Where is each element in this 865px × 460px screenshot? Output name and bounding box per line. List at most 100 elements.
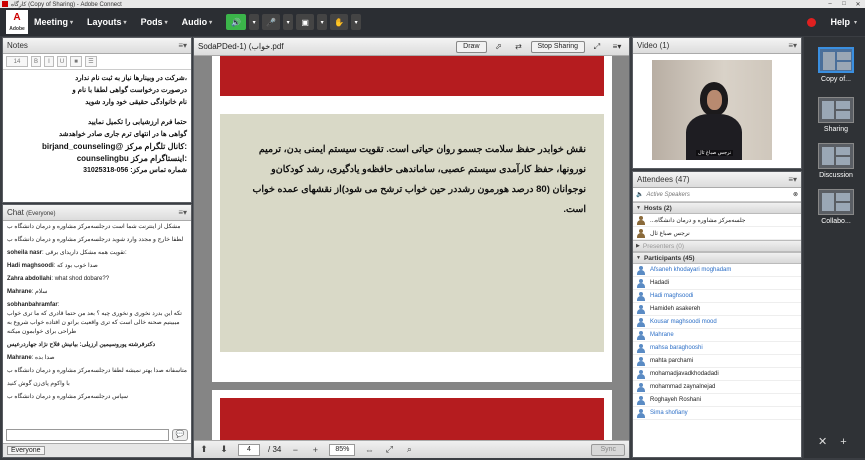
webcam-icon[interactable]: ▣ — [296, 14, 315, 30]
notes-header: Notes ≡▾ — [3, 38, 191, 54]
title-bar: کارگاه (Copy of Sharing) - Adobe Connect… — [0, 0, 865, 8]
pod-menu-icon[interactable]: ≡▾ — [609, 41, 625, 53]
notes-line: حتما فرم ارزشیابی را تکمیل نمایید — [88, 119, 187, 126]
attendee-row[interactable]: Hamideh asakereh — [633, 303, 801, 316]
participant-icon — [637, 395, 645, 405]
color-icon[interactable]: ■ — [70, 56, 82, 67]
participants-section[interactable]: ▼ Participants (45) — [633, 252, 801, 264]
attendee-row[interactable]: نرجس صباغ ثال — [633, 227, 801, 240]
participant-icon — [637, 382, 645, 392]
record-icon[interactable] — [807, 17, 817, 27]
participant-icon — [637, 304, 645, 314]
participant-icon — [637, 343, 645, 353]
pod-menu-icon[interactable]: ≡▾ — [178, 208, 187, 217]
pointer-icon[interactable]: ⬀ — [491, 41, 507, 53]
prev-page-icon[interactable]: ⬆ — [198, 444, 210, 455]
zoom-in-icon[interactable]: + — [309, 445, 321, 455]
layout-discussion[interactable]: Discussion — [808, 143, 864, 179]
chat-input[interactable] — [6, 429, 169, 441]
document-viewer[interactable]: نقش خوابدر حفظ سلامت جسمو روان حیاتی است… — [194, 56, 629, 440]
page-total: / 34 — [268, 445, 282, 454]
layout-collaboration[interactable]: Collabo... — [808, 189, 864, 225]
menu-meeting[interactable]: Meeting ▾ — [34, 17, 73, 27]
attendee-row[interactable]: mahta parchami — [633, 355, 801, 368]
attendee-row[interactable]: mohamadjavadkhodadadi — [633, 368, 801, 381]
microphone-dropdown[interactable]: ▾ — [283, 14, 294, 30]
notes-toolbar: 14 B I U ■ ☰ — [3, 54, 191, 70]
fit-page-icon[interactable]: ⤢ — [383, 444, 395, 455]
search-icon[interactable]: ⌕ — [403, 444, 415, 455]
raise-hand-icon[interactable]: ✋ — [330, 14, 349, 30]
list-icon[interactable]: ☰ — [85, 56, 97, 67]
status-dropdown[interactable]: ▾ — [351, 14, 362, 30]
attendee-row[interactable]: Kousar maghsoodi mood — [633, 316, 801, 329]
layout-rail: Copy of... Sharing Discussion Collabo...… — [804, 37, 865, 458]
draw-button[interactable]: Draw — [456, 40, 487, 53]
menu-layouts[interactable]: Layouts ▾ — [87, 17, 127, 27]
attendee-row[interactable]: Roghayeh Roshani — [633, 394, 801, 407]
attendee-name: mohammad zaynalnejad — [650, 384, 716, 390]
font-size-select[interactable]: 14 — [6, 56, 28, 67]
attendee-row[interactable]: Afsaneh khodayari moghadam — [633, 264, 801, 277]
fit-width-icon[interactable]: ⇔ — [363, 445, 375, 455]
sync-button[interactable]: Sync — [591, 443, 625, 456]
menu-pods[interactable]: Pods ▾ — [141, 17, 168, 27]
microphone-icon[interactable]: 🎤 — [262, 14, 281, 30]
attendee-name: Hadi maghsoodi — [650, 293, 694, 299]
maximize-button[interactable]: □ — [837, 1, 851, 7]
webcam-dropdown[interactable]: ▾ — [317, 14, 328, 30]
layout-copy-of-sharing[interactable]: Copy of... — [808, 47, 864, 83]
next-page-icon[interactable]: ⬇ — [218, 444, 230, 455]
help-menu[interactable]: Help — [830, 17, 850, 27]
add-layout-icon[interactable]: + — [840, 436, 846, 448]
participant-list[interactable]: Afsaneh khodayari moghadam Hadadi Hadi mag… — [633, 264, 801, 420]
chat-message-list[interactable]: مشکل از اینترنت شما است در‌جلسه‌مرکز مشا… — [3, 221, 191, 439]
minimize-button[interactable]: – — [823, 1, 837, 7]
attendee-row[interactable]: Sima shofiany — [633, 407, 801, 420]
presenters-section[interactable]: ▶ Presenters (0) — [633, 240, 801, 252]
chat-title: Chat (Everyone) — [7, 208, 56, 217]
video-pod: Video (1) ≡▾ نرجس صباغ ثال — [632, 37, 802, 169]
pod-menu-icon[interactable]: ≡▾ — [788, 175, 797, 184]
bold-icon[interactable]: B — [31, 56, 41, 67]
chat-message: Hadi maghsoodi: صدا خوب بود که — [7, 263, 98, 269]
layout-thumbnail — [818, 143, 854, 169]
layout-sharing[interactable]: Sharing — [808, 97, 864, 133]
chat-recipient-tab[interactable]: Everyone — [7, 446, 45, 455]
stop-sharing-button[interactable]: Stop Sharing — [530, 40, 585, 53]
chat-message: دکترفرشته‌ پورو‌سیمین ارزیلی: بیانیش فلا… — [7, 342, 156, 348]
participant-icon — [637, 265, 645, 275]
notes-line: شماره تماس مرکز: 056-31025318 — [83, 167, 187, 174]
page-number-input[interactable]: 4 — [238, 443, 260, 456]
zoom-select[interactable]: 85% — [329, 443, 356, 456]
participant-icon — [637, 317, 645, 327]
hosts-section[interactable]: ▼ Hosts (2) — [633, 202, 801, 214]
attendee-row[interactable]: mahsa baraghooshi — [633, 342, 801, 355]
zoom-out-icon[interactable]: − — [289, 445, 301, 455]
attendee-row[interactable]: Hadadi — [633, 277, 801, 290]
attendee-name: mahta parchami — [650, 358, 694, 364]
attendee-name: Kousar maghsoodi mood — [650, 319, 717, 325]
attendee-row[interactable]: Mahrane — [633, 329, 801, 342]
underline-icon[interactable]: U — [57, 56, 67, 67]
speaker-icon[interactable]: 🔊 — [226, 14, 247, 30]
notes-text-area[interactable]: ،شرکت در وبینارها نیاز به ثبت نام ندارد … — [3, 70, 191, 182]
close-layout-icon[interactable]: ✕ — [818, 436, 827, 448]
italic-icon[interactable]: I — [44, 56, 54, 67]
fullscreen-icon[interactable]: ⤢ — [589, 41, 605, 53]
pod-menu-icon[interactable]: ≡▾ — [178, 41, 187, 50]
send-message-icon[interactable]: 💬 — [172, 429, 188, 441]
window-title: کارگاه (Copy of Sharing) - Adobe Connect — [11, 1, 122, 8]
speaker-dropdown[interactable]: ▾ — [249, 14, 260, 30]
sync-toggle-icon[interactable]: ⇄ — [511, 41, 527, 53]
page-text-box: نقش خوابدر حفظ سلامت جسمو روان حیاتی است… — [220, 114, 604, 352]
pod-menu-icon[interactable]: ≡▾ — [788, 41, 797, 50]
webcam-feed[interactable]: نرجس صباغ ثال — [652, 60, 772, 160]
close-window-button[interactable]: ✕ — [851, 1, 865, 8]
attendee-row[interactable]: Hadi maghsoodi — [633, 290, 801, 303]
attendees-pod: Attendees (47) ≡▾ 🔈 Active Speakers ⊗ ▼ H… — [632, 171, 802, 458]
close-icon[interactable]: ⊗ — [793, 191, 798, 198]
menu-audio[interactable]: Audio ▾ — [182, 17, 213, 27]
attendee-row[interactable]: جلسه‌مرکز مشاوره و درمان دانشگاه... — [633, 214, 801, 227]
attendee-row[interactable]: mohammad zaynalnejad — [633, 381, 801, 394]
